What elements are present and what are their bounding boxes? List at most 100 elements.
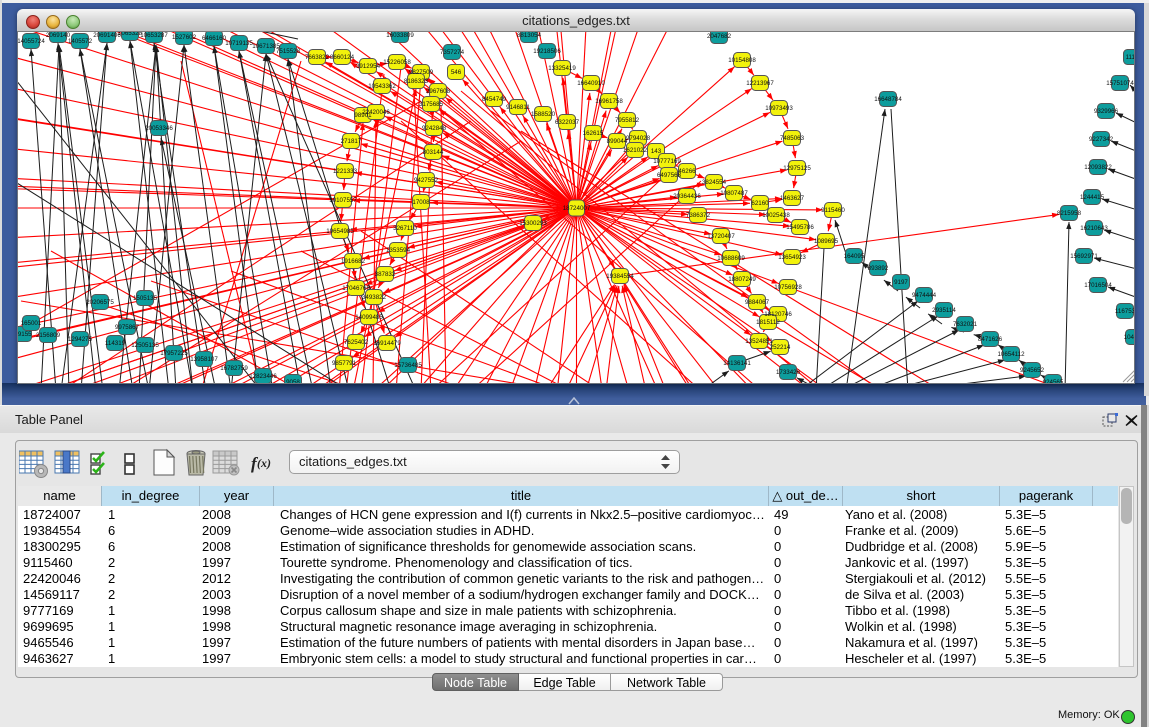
svg-text:2047682: 2047682 <box>707 33 732 40</box>
svg-text:12213967: 12213967 <box>746 80 774 87</box>
svg-text:9857791: 9857791 <box>332 360 357 367</box>
svg-text:16648784: 16648784 <box>874 96 902 103</box>
svg-text:1527602: 1527602 <box>172 34 197 41</box>
svg-text:46266: 46266 <box>678 168 696 175</box>
svg-text:14055724: 14055724 <box>18 38 45 45</box>
svg-text:9242848: 9242848 <box>422 125 447 132</box>
svg-text:15495786: 15495786 <box>786 224 814 231</box>
svg-text:1405572: 1405572 <box>68 38 93 45</box>
svg-text:7485063: 7485063 <box>780 135 805 142</box>
svg-text:803144: 803144 <box>423 149 444 156</box>
svg-text:10107557: 10107557 <box>329 197 357 204</box>
svg-text:1089695: 1089695 <box>814 238 839 245</box>
svg-text:9146811: 9146811 <box>506 104 530 111</box>
svg-text:164095: 164095 <box>844 253 865 260</box>
svg-text:7625402: 7625402 <box>344 339 369 346</box>
svg-text:14099485: 14099485 <box>355 314 383 321</box>
svg-text:3175685: 3175685 <box>419 101 444 108</box>
svg-text:10777169: 10777169 <box>653 158 681 165</box>
svg-text:19654985: 19654985 <box>326 228 354 235</box>
svg-text:13654923: 13654923 <box>778 254 806 261</box>
svg-text:1815112: 1815112 <box>756 319 780 326</box>
svg-text:92450: 92450 <box>1134 358 1135 365</box>
svg-text:252214: 252214 <box>770 344 791 351</box>
svg-text:9975867: 9975867 <box>115 324 140 331</box>
svg-text:7955812: 7955812 <box>615 117 640 124</box>
svg-text:7515528: 7515528 <box>276 48 301 55</box>
svg-text:1588520: 1588520 <box>531 111 556 118</box>
svg-text:17957225: 17957225 <box>160 350 188 357</box>
svg-text:14136141: 14136141 <box>723 360 751 367</box>
svg-text:39155: 39155 <box>18 331 32 338</box>
svg-text:(x): (x) <box>257 456 271 470</box>
svg-text:2069140: 2069140 <box>46 32 71 39</box>
svg-text:7386372: 7386372 <box>686 212 711 219</box>
svg-text:9245652: 9245652 <box>1020 367 1045 374</box>
svg-text:162615: 162615 <box>583 130 604 137</box>
svg-text:18724007: 18724007 <box>563 205 591 212</box>
svg-text:1112: 1112 <box>1126 54 1135 61</box>
svg-text:12505135: 12505135 <box>131 342 159 349</box>
svg-text:1505135: 1505135 <box>133 295 158 302</box>
svg-text:8186323: 8186323 <box>404 78 429 85</box>
svg-text:6466160: 6466160 <box>202 35 227 42</box>
svg-text:10807487: 10807487 <box>720 190 748 197</box>
svg-text:2935114: 2935114 <box>932 307 956 314</box>
svg-text:7663822: 7663822 <box>305 54 330 61</box>
svg-text:20206575: 20206575 <box>86 299 114 306</box>
svg-text:9227342: 9227342 <box>1089 136 1114 143</box>
svg-text:546: 546 <box>451 69 462 76</box>
svg-text:16914479: 16914479 <box>373 340 401 347</box>
svg-text:16640910: 16640910 <box>577 80 605 87</box>
svg-text:10154808: 10154808 <box>728 57 756 64</box>
svg-text:8813054: 8813054 <box>517 32 542 39</box>
svg-text:104642: 104642 <box>1124 334 1135 341</box>
svg-text:16961758: 16961758 <box>595 98 623 105</box>
svg-text:17046766: 17046766 <box>342 285 370 292</box>
svg-text:1463627: 1463627 <box>780 195 805 202</box>
svg-text:20364436: 20364436 <box>673 193 701 200</box>
svg-text:13958107: 13958107 <box>190 356 218 363</box>
svg-text:9427552: 9427552 <box>414 177 439 184</box>
svg-text:10973493: 10973493 <box>765 105 793 112</box>
svg-text:8471626: 8471626 <box>978 336 1003 343</box>
svg-text:12975125: 12975125 <box>783 165 811 172</box>
svg-text:9058: 9058 <box>286 379 300 384</box>
svg-text:1353594: 1353594 <box>386 247 411 254</box>
svg-text:9794028: 9794028 <box>626 135 651 142</box>
svg-text:8660124: 8660124 <box>330 54 355 61</box>
svg-text:15226058: 15226058 <box>383 59 411 66</box>
svg-text:16210643: 16210643 <box>1080 225 1108 232</box>
svg-text:10756928: 10756928 <box>774 284 802 291</box>
svg-text:1065328: 1065328 <box>118 32 143 37</box>
svg-text:9329966: 9329966 <box>1094 108 1119 115</box>
svg-text:13325419: 13325419 <box>548 65 576 72</box>
svg-text:19384554: 19384554 <box>606 273 634 280</box>
svg-text:1221333: 1221333 <box>333 168 358 175</box>
svg-text:10688609: 10688609 <box>717 255 745 262</box>
svg-text:165001: 165001 <box>21 320 42 327</box>
svg-text:1916682: 1916682 <box>341 258 366 265</box>
svg-text:22420046: 22420046 <box>362 109 390 116</box>
svg-text:9884067: 9884067 <box>745 299 770 306</box>
svg-text:271817: 271817 <box>341 138 362 145</box>
svg-text:893892: 893892 <box>868 265 889 272</box>
svg-text:10654112: 10654112 <box>997 351 1025 358</box>
svg-text:15751074: 15751074 <box>1106 80 1134 87</box>
svg-text:387832: 387832 <box>375 271 396 278</box>
svg-text:114319: 114319 <box>105 340 126 347</box>
svg-text:8215958: 8215958 <box>1057 210 1082 217</box>
svg-text:16782759: 16782759 <box>220 365 248 372</box>
svg-text:12093822: 12093822 <box>1084 164 1112 171</box>
svg-text:15736485: 15736485 <box>394 362 422 369</box>
svg-text:1244415: 1244415 <box>1080 194 1105 201</box>
svg-text:10543362: 10543362 <box>368 83 396 90</box>
svg-text:13720407: 13720407 <box>707 233 735 240</box>
svg-text:62160: 62160 <box>751 200 769 207</box>
svg-text:899044: 899044 <box>607 138 628 145</box>
svg-text:7357274: 7357274 <box>440 49 465 56</box>
svg-text:8454749: 8454749 <box>482 96 507 103</box>
svg-text:18807249: 18807249 <box>728 276 756 283</box>
svg-text:10025438: 10025438 <box>762 212 790 219</box>
svg-text:6497568: 6497568 <box>657 172 682 179</box>
